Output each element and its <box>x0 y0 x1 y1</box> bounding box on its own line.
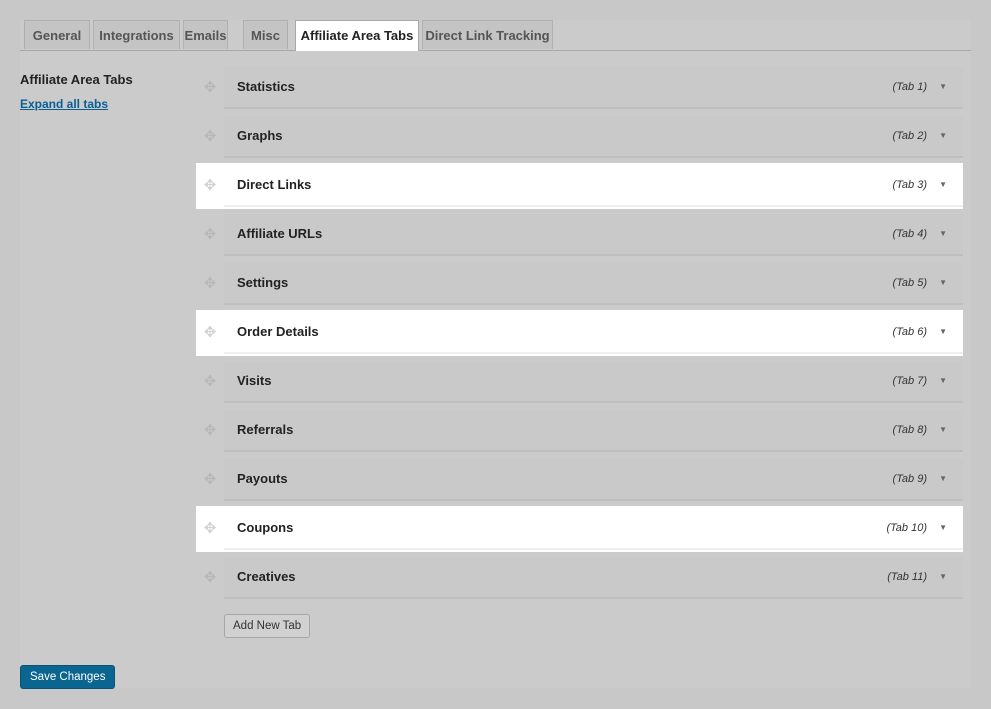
area-tab-header[interactable]: Settings (Tab 5) ▼ <box>224 263 963 305</box>
area-tab-item: ✥ Creatives (Tab 11) ▼ <box>196 555 963 601</box>
section-title: Affiliate Area Tabs <box>20 72 133 87</box>
move-handle-icon[interactable]: ✥ <box>196 506 224 552</box>
area-tab-title: Affiliate URLs <box>237 226 323 241</box>
area-tab-item: ✥ Graphs (Tab 2) ▼ <box>196 114 963 160</box>
move-handle-icon[interactable]: ✥ <box>196 457 224 503</box>
tab-emails[interactable]: Emails <box>183 20 228 49</box>
move-handle-icon[interactable]: ✥ <box>196 310 224 356</box>
area-tab-number: (Tab 3) <box>892 179 927 191</box>
settings-panel: General Integrations Emails Misc Affilia… <box>20 20 971 689</box>
caret-down-icon[interactable]: ▼ <box>939 214 947 254</box>
tab-direct-link-tracking[interactable]: Direct Link Tracking <box>422 20 553 49</box>
area-tab-number: (Tab 11) <box>887 571 927 583</box>
area-tab-title: Payouts <box>237 471 288 486</box>
caret-down-icon[interactable]: ▼ <box>939 263 947 303</box>
area-tab-number: (Tab 7) <box>892 375 927 387</box>
area-tab-title: Visits <box>237 373 272 388</box>
area-tab-header[interactable]: Order Details (Tab 6) ▼ <box>224 312 963 354</box>
area-tab-number: (Tab 5) <box>892 277 927 289</box>
area-tab-title: Creatives <box>237 569 296 584</box>
area-tab-number: (Tab 8) <box>892 424 927 436</box>
caret-down-icon[interactable]: ▼ <box>939 557 947 597</box>
caret-down-icon[interactable]: ▼ <box>939 361 947 401</box>
move-handle-icon[interactable]: ✥ <box>196 555 224 601</box>
add-new-tab-button[interactable]: Add New Tab <box>224 614 311 638</box>
expand-all-tabs-link[interactable]: Expand all tabs <box>20 97 108 111</box>
area-tab-header[interactable]: Statistics (Tab 1) ▼ <box>224 67 963 109</box>
area-tab-header[interactable]: Affiliate URLs (Tab 4) ▼ <box>224 214 963 256</box>
area-tab-title: Statistics <box>237 79 295 94</box>
area-tab-number: (Tab 10) <box>886 522 927 534</box>
area-tab-item: ✥ Referrals (Tab 8) ▼ <box>196 408 963 454</box>
move-handle-icon[interactable]: ✥ <box>196 212 224 258</box>
area-tab-number: (Tab 4) <box>892 228 927 240</box>
area-tab-number: (Tab 1) <box>892 81 927 93</box>
area-tab-title: Settings <box>237 275 289 290</box>
area-tab-item: ✥ Settings (Tab 5) ▼ <box>196 261 963 307</box>
move-handle-icon[interactable]: ✥ <box>196 65 224 111</box>
area-tab-item: ✥ Order Details (Tab 6) ▼ <box>196 310 963 356</box>
move-handle-icon[interactable]: ✥ <box>196 114 224 160</box>
caret-down-icon[interactable]: ▼ <box>939 410 947 450</box>
move-handle-icon[interactable]: ✥ <box>196 261 224 307</box>
caret-down-icon[interactable]: ▼ <box>939 508 947 548</box>
area-tab-header[interactable]: Visits (Tab 7) ▼ <box>224 361 963 403</box>
area-tab-header[interactable]: Payouts (Tab 9) ▼ <box>224 459 963 501</box>
area-tab-title: Order Details <box>237 324 319 339</box>
area-tab-item: ✥ Visits (Tab 7) ▼ <box>196 359 963 405</box>
move-handle-icon[interactable]: ✥ <box>196 163 224 209</box>
move-handle-icon[interactable]: ✥ <box>196 408 224 454</box>
caret-down-icon[interactable]: ▼ <box>939 165 947 205</box>
caret-down-icon[interactable]: ▼ <box>939 312 947 352</box>
area-tab-title: Referrals <box>237 422 294 437</box>
caret-down-icon[interactable]: ▼ <box>939 116 947 156</box>
area-tab-header[interactable]: Creatives (Tab 11) ▼ <box>224 557 963 599</box>
area-tab-title: Graphs <box>237 128 283 143</box>
area-tab-item: ✥ Payouts (Tab 9) ▼ <box>196 457 963 503</box>
area-tab-item: ✥ Statistics (Tab 1) ▼ <box>196 65 963 111</box>
area-tab-item: ✥ Direct Links (Tab 3) ▼ <box>196 163 963 209</box>
tab-general[interactable]: General <box>24 20 90 49</box>
area-tab-item: ✥ Affiliate URLs (Tab 4) ▼ <box>196 212 963 258</box>
area-tab-number: (Tab 9) <box>892 473 927 485</box>
tab-misc[interactable]: Misc <box>243 20 288 49</box>
tab-affiliate-area-tabs[interactable]: Affiliate Area Tabs <box>295 20 419 51</box>
area-tab-number: (Tab 6) <box>892 326 927 338</box>
area-tab-title: Direct Links <box>237 177 312 192</box>
caret-down-icon[interactable]: ▼ <box>939 459 947 499</box>
area-tab-number: (Tab 2) <box>892 130 927 142</box>
area-tab-header[interactable]: Coupons (Tab 10) ▼ <box>224 508 963 550</box>
tab-integrations[interactable]: Integrations <box>93 20 180 49</box>
settings-tab-bar: General Integrations Emails Misc Affilia… <box>20 20 971 51</box>
save-changes-button[interactable]: Save Changes <box>20 665 116 689</box>
area-tab-header[interactable]: Graphs (Tab 2) ▼ <box>224 116 963 158</box>
area-tab-header[interactable]: Referrals (Tab 8) ▼ <box>224 410 963 452</box>
area-tab-item: ✥ Coupons (Tab 10) ▼ <box>196 506 963 552</box>
move-handle-icon[interactable]: ✥ <box>196 359 224 405</box>
area-tab-header[interactable]: Direct Links (Tab 3) ▼ <box>224 165 963 207</box>
caret-down-icon[interactable]: ▼ <box>939 67 947 107</box>
area-tab-title: Coupons <box>237 520 294 535</box>
